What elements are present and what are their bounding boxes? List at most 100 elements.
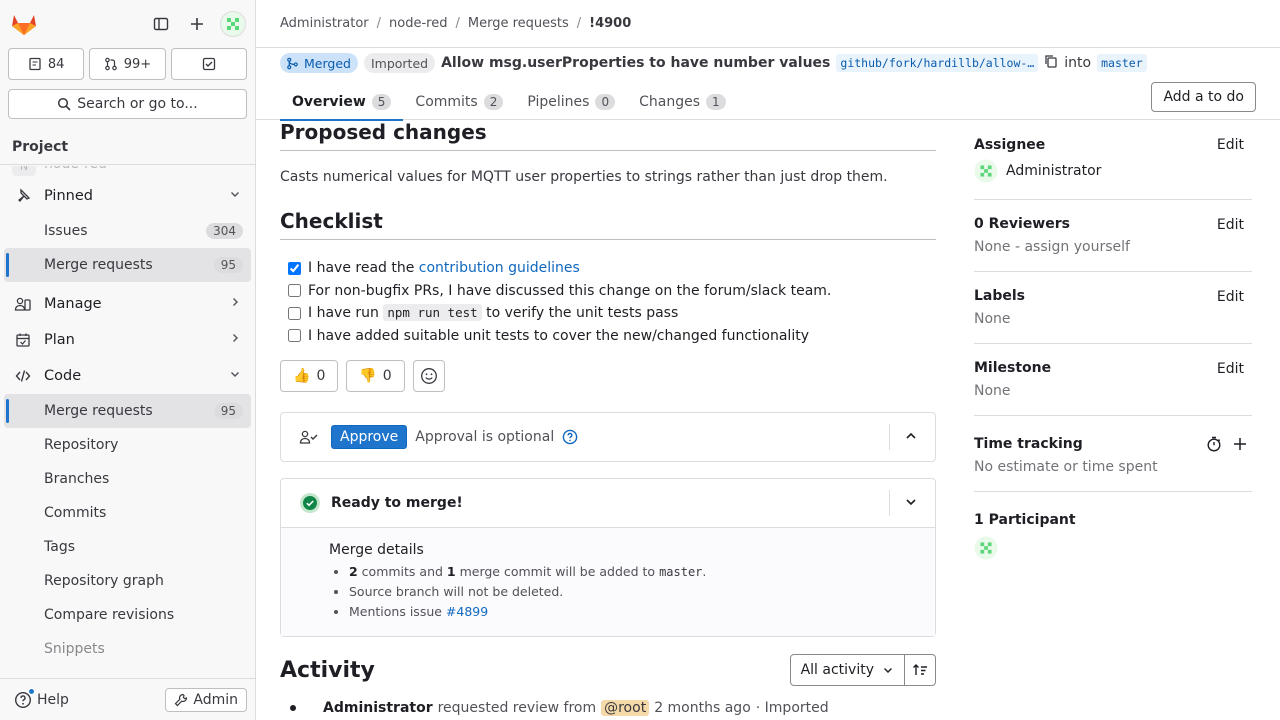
help-button[interactable]: Help bbox=[8, 687, 69, 709]
checklist-checkbox[interactable] bbox=[288, 261, 301, 275]
chevron-down-icon[interactable] bbox=[904, 495, 918, 513]
chevron-down-icon bbox=[884, 668, 892, 673]
assigned-issues-button[interactable]: 84 bbox=[8, 48, 85, 80]
edit-labels-button[interactable]: Edit bbox=[1217, 289, 1244, 305]
sidebar-item-pinned-merge-requests[interactable]: Merge requests 95 bbox=[4, 248, 251, 282]
edit-milestone-button[interactable]: Edit bbox=[1217, 361, 1244, 377]
breadcrumb-separator: / bbox=[376, 16, 382, 31]
reviewers-block: 0 Reviewers Edit None - assign yourself bbox=[974, 200, 1252, 272]
issue-link[interactable]: #4899 bbox=[446, 604, 488, 619]
sidebar-plan[interactable]: Plan bbox=[4, 322, 251, 358]
tab-changes[interactable]: Changes 1 bbox=[627, 84, 738, 120]
participants-title: 1 Participant bbox=[974, 512, 1076, 528]
chevron-up-icon[interactable] bbox=[904, 429, 918, 447]
edit-reviewers-button[interactable]: Edit bbox=[1217, 217, 1244, 233]
sidebar-item-snippets[interactable]: Snippets bbox=[4, 632, 251, 666]
imported-badge: Imported bbox=[363, 53, 436, 73]
labels-value: None bbox=[974, 311, 1011, 327]
add-time-icon[interactable] bbox=[1232, 436, 1248, 456]
avatar bbox=[974, 536, 998, 560]
status-label: Merged bbox=[304, 55, 351, 71]
chevron-down-icon bbox=[229, 188, 241, 204]
sidebar-item-compare-revisions[interactable]: Compare revisions bbox=[4, 598, 251, 632]
checklist: I have read the contribution guidelines … bbox=[280, 257, 936, 347]
breadcrumb-item[interactable]: Merge requests bbox=[468, 16, 569, 31]
approve-button[interactable]: Approve bbox=[331, 425, 408, 449]
merge-detail-text: Mentions issue bbox=[349, 604, 446, 619]
checklist-checkbox[interactable] bbox=[288, 284, 301, 298]
thumbs-down-button[interactable]: 👎 0 bbox=[346, 360, 405, 392]
target-branch-code: master bbox=[659, 565, 703, 579]
tab-count: 0 bbox=[595, 94, 616, 110]
thumbs-up-button[interactable]: 👍 0 bbox=[280, 360, 339, 392]
question-icon[interactable] bbox=[562, 429, 578, 445]
checklist-checkbox[interactable] bbox=[288, 329, 301, 343]
sidebar-item-repository[interactable]: Repository bbox=[4, 428, 251, 462]
award-emoji-bar: 👍 0 👎 0 bbox=[280, 360, 936, 392]
sidebar-manage-label: Manage bbox=[44, 296, 102, 312]
copy-branch-icon[interactable] bbox=[1044, 54, 1058, 72]
breadcrumb-item[interactable]: node-red bbox=[389, 16, 447, 31]
merge-detail-text: commits and bbox=[357, 564, 447, 579]
sidebar-item-repository-graph[interactable]: Repository graph bbox=[4, 564, 251, 598]
gitlab-logo-icon[interactable] bbox=[8, 8, 40, 40]
add-todo-button[interactable]: Add a to do bbox=[1151, 82, 1256, 112]
tab-commits[interactable]: Commits 2 bbox=[403, 84, 515, 120]
activity-author[interactable]: Administrator bbox=[323, 700, 433, 716]
time-tracking-actions bbox=[1206, 436, 1248, 456]
activity-time: 2 months ago bbox=[654, 700, 751, 716]
add-reaction-button[interactable] bbox=[412, 360, 445, 392]
sidebar-item-pinned-issues[interactable]: Issues 304 bbox=[4, 214, 251, 248]
sort-direction-button[interactable] bbox=[905, 654, 936, 686]
todo-list-button[interactable] bbox=[170, 48, 247, 80]
sidebar-nav[interactable]: N node-red Pinned Issues 304 Merge reque… bbox=[0, 166, 255, 678]
sidebar-item-label: Branches bbox=[44, 471, 110, 487]
user-avatar[interactable] bbox=[219, 10, 247, 38]
sidebar-item-label: Commits bbox=[44, 505, 107, 521]
stopwatch-icon[interactable] bbox=[1206, 436, 1222, 456]
merge-details-list: 2 commits and 1 merge commit will be add… bbox=[329, 562, 935, 622]
target-branch[interactable]: master bbox=[1097, 54, 1147, 72]
merge-request-title-row: Merged Imported Allow msg.userProperties… bbox=[280, 53, 1147, 73]
participant-avatar[interactable] bbox=[974, 536, 1252, 564]
ready-to-merge-label: Ready to merge! bbox=[331, 495, 463, 511]
checklist-checkbox[interactable] bbox=[288, 306, 301, 320]
sidebar-item-merge-requests[interactable]: Merge requests 95 bbox=[4, 394, 251, 428]
activity-filter-dropdown[interactable]: All activity bbox=[789, 654, 905, 686]
wrench-icon bbox=[175, 693, 188, 706]
merge-requests-button[interactable]: 99+ bbox=[89, 48, 166, 80]
project-ghost-label: node-red bbox=[44, 166, 107, 172]
source-branch[interactable]: github/fork/hardillb/allow-… bbox=[836, 54, 1039, 72]
admin-button[interactable]: Admin bbox=[165, 687, 247, 712]
breadcrumb-current[interactable]: !4900 bbox=[589, 16, 631, 31]
sidebar-footer: Help Admin bbox=[0, 678, 255, 720]
create-new-icon[interactable] bbox=[183, 10, 211, 38]
assignee[interactable]: Administrator bbox=[974, 159, 1252, 183]
tab-pipelines[interactable]: Pipelines 0 bbox=[515, 84, 627, 120]
sidebar-manage[interactable]: Manage bbox=[4, 286, 251, 322]
checklist-heading: Checklist bbox=[280, 209, 936, 240]
sidebar-item-commits[interactable]: Commits bbox=[4, 496, 251, 530]
contribution-guidelines-link[interactable]: contribution guidelines bbox=[419, 260, 580, 276]
sidebar-item-branches[interactable]: Branches bbox=[4, 462, 251, 496]
sidebar-item-tags[interactable]: Tags bbox=[4, 530, 251, 564]
status-badge: Merged bbox=[280, 53, 358, 73]
merge-request-icon bbox=[104, 57, 117, 71]
search-button[interactable]: Search or go to... bbox=[8, 89, 247, 119]
merge-detail-item: Source branch will not be deleted. bbox=[349, 582, 935, 602]
count-badge: 95 bbox=[213, 403, 243, 419]
tab-overview[interactable]: Overview 5 bbox=[280, 84, 404, 121]
user-mention[interactable]: @root bbox=[601, 700, 650, 716]
reviewers-value[interactable]: None - assign yourself bbox=[974, 239, 1252, 255]
edit-assignee-button[interactable]: Edit bbox=[1217, 137, 1244, 153]
sidebar-code[interactable]: Code bbox=[4, 358, 251, 394]
sidebar-toggle-icon[interactable] bbox=[147, 10, 175, 38]
sidebar-pinned[interactable]: Pinned bbox=[4, 178, 251, 214]
checklist-text-part: to verify the unit tests pass bbox=[481, 305, 679, 322]
divider bbox=[889, 490, 890, 516]
breadcrumb-item[interactable]: Administrator bbox=[280, 16, 369, 31]
activity-header: Activity All activity bbox=[280, 654, 936, 686]
tab-count: 5 bbox=[371, 94, 392, 110]
sidebar-item-label: Snippets bbox=[44, 641, 105, 657]
chevron-down-icon bbox=[229, 368, 241, 384]
